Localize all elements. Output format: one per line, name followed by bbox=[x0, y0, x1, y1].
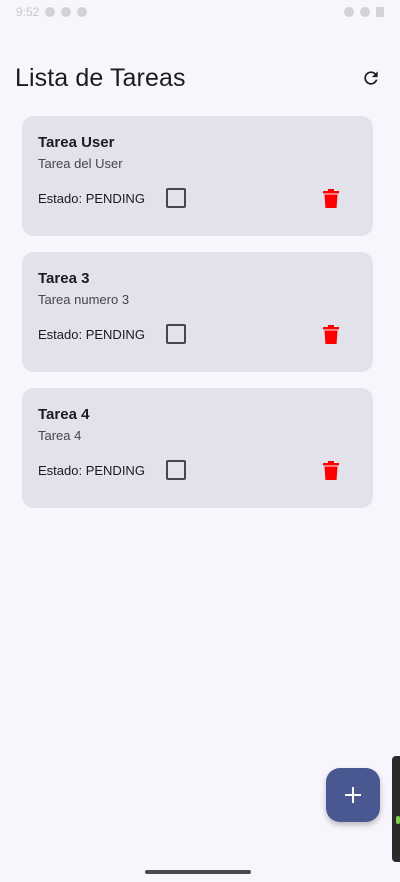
task-status-row: Estado: PENDING bbox=[38, 458, 357, 482]
delete-task-button[interactable] bbox=[319, 458, 343, 482]
task-description: Tarea 4 bbox=[38, 428, 82, 443]
delete-task-button[interactable] bbox=[319, 186, 343, 210]
task-list: Tarea User Tarea del User Estado: PENDIN… bbox=[22, 116, 373, 508]
status-bar: 9:52 bbox=[0, 0, 400, 24]
status-left: 9:52 bbox=[16, 5, 88, 19]
refresh-icon bbox=[364, 71, 378, 85]
task-status: Estado: PENDING bbox=[38, 326, 145, 342]
cloud-icon bbox=[77, 7, 88, 17]
battery-icon bbox=[376, 7, 384, 17]
alert-icon bbox=[45, 7, 56, 17]
edge-panel-handle[interactable] bbox=[392, 756, 400, 862]
trash-icon bbox=[323, 324, 339, 344]
task-checkbox[interactable] bbox=[166, 324, 186, 344]
plus-icon bbox=[345, 787, 361, 803]
task-checkbox[interactable] bbox=[166, 188, 186, 208]
task-status-row: Estado: PENDING bbox=[38, 186, 357, 210]
signal-icon bbox=[360, 7, 370, 17]
task-title: Tarea 4 bbox=[38, 406, 90, 423]
task-title: Tarea User bbox=[38, 134, 115, 151]
task-status: Estado: PENDING bbox=[38, 462, 145, 478]
task-card: Tarea User Tarea del User Estado: PENDIN… bbox=[22, 116, 373, 236]
trash-icon bbox=[323, 188, 339, 208]
screen: 9:52 Lista de Tareas Tarea User Tarea de… bbox=[0, 0, 400, 882]
task-card: Tarea 4 Tarea 4 Estado: PENDING bbox=[22, 388, 373, 508]
gesture-navigation-bar[interactable] bbox=[145, 870, 251, 874]
task-checkbox[interactable] bbox=[166, 460, 186, 480]
trash-icon bbox=[323, 460, 339, 480]
task-description: Tarea numero 3 bbox=[38, 292, 130, 307]
delete-task-button[interactable] bbox=[319, 322, 343, 346]
wifi-icon bbox=[344, 7, 354, 17]
task-status-row: Estado: PENDING bbox=[38, 322, 357, 346]
status-time: 9:52 bbox=[16, 5, 40, 19]
task-card: Tarea 3 Tarea numero 3 Estado: PENDING bbox=[22, 252, 373, 372]
add-task-button[interactable] bbox=[326, 768, 380, 822]
task-description: Tarea del User bbox=[38, 156, 123, 171]
top-app-bar: Lista de Tareas bbox=[0, 56, 400, 100]
task-status: Estado: PENDING bbox=[38, 190, 145, 206]
shield-icon bbox=[61, 7, 72, 17]
page-title: Lista de Tareas bbox=[15, 63, 186, 92]
edge-indicator bbox=[396, 816, 400, 824]
task-title: Tarea 3 bbox=[38, 270, 90, 287]
status-right bbox=[344, 7, 384, 17]
refresh-button[interactable] bbox=[357, 64, 385, 92]
